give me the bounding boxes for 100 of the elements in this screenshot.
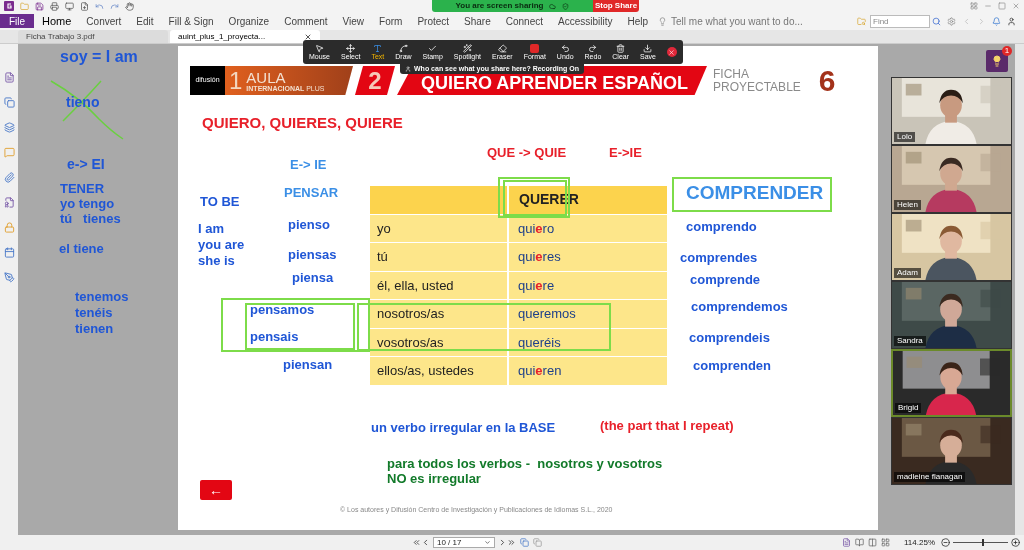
next-page-icon[interactable] [498, 538, 507, 547]
ribbon-tab[interactable]: Protect [417, 13, 450, 29]
handwritten-note: E->IE [609, 146, 642, 159]
table-cell: él, ella, usted [370, 271, 507, 299]
previous-page-icon[interactable] [421, 538, 430, 547]
video-tile[interactable]: Adam [891, 213, 1012, 281]
undo-icon [560, 43, 570, 53]
ribbon-tab[interactable]: Share [464, 13, 491, 29]
folder-icon[interactable] [20, 1, 29, 11]
zoom-out-icon[interactable] [941, 538, 950, 547]
stop-share-button[interactable]: Stop Share [593, 0, 639, 12]
handwritten-note: e-> EI [67, 157, 105, 171]
ribbon-tab[interactable]: Form [379, 13, 403, 29]
ribbon-tab[interactable]: Accessibility [558, 13, 613, 29]
comment-icon[interactable] [3, 147, 15, 158]
video-tile[interactable]: Sandra [891, 281, 1012, 349]
paperclip-icon[interactable] [3, 172, 15, 183]
ribbon-tab[interactable]: Home [42, 12, 72, 30]
last-page-icon[interactable] [507, 538, 516, 547]
search-icon[interactable] [932, 16, 941, 26]
handwritten-note: COMPRENDER [686, 183, 824, 202]
file-menu[interactable]: File [0, 14, 34, 28]
zoom-level[interactable]: 114.25% [904, 536, 935, 549]
table-cell: tú [370, 243, 507, 271]
close-button[interactable] [666, 47, 677, 57]
single-page-icon[interactable] [842, 538, 851, 547]
shield-icon [562, 2, 570, 10]
window-icon[interactable] [520, 538, 529, 547]
zoom-in-icon[interactable] [1011, 538, 1020, 547]
book-icon[interactable] [855, 538, 864, 547]
grid-icon[interactable] [970, 2, 978, 10]
redo-icon[interactable] [110, 1, 119, 11]
handwritten-note: soy = I am [60, 49, 138, 65]
wand-icon [462, 43, 472, 53]
restore-icon[interactable] [998, 2, 1006, 10]
scrollbar[interactable] [1015, 44, 1024, 535]
document-tab[interactable]: Ficha Trabajo 3.pdf [18, 30, 168, 43]
ribbon-tab[interactable]: Help [627, 13, 649, 29]
table-cell: ellos/as, ustedes [370, 357, 507, 385]
layers-icon[interactable] [3, 122, 15, 133]
table-cell: quiere [509, 271, 667, 299]
table-cell: quieres [509, 243, 667, 271]
handwritten-note: comprendemos [691, 300, 788, 313]
format-icon [530, 43, 540, 53]
handwritten-note: you are [198, 238, 245, 251]
lock-icon[interactable] [3, 222, 15, 233]
tell-me-field[interactable]: Tell me what you want to do... [671, 13, 822, 29]
window-icon[interactable] [533, 538, 542, 547]
handwritten-note: QUE -> QUIE [487, 146, 567, 159]
page-icon[interactable] [3, 72, 15, 83]
user-icon[interactable] [1007, 16, 1016, 26]
handwritten-note: comprendeis [689, 331, 770, 344]
table-cell: yo [370, 214, 507, 242]
document-tab[interactable]: auint_plus_1_proyecta... [170, 30, 320, 43]
ribbon-tab[interactable]: View [342, 13, 365, 29]
handwritten-note: para todos los verbos - nosotros y vosotros [387, 457, 663, 470]
handwritten-note: comprendes [680, 251, 758, 264]
ribbon-tab[interactable]: Edit [136, 13, 154, 29]
handwritten-note: tienen [75, 322, 114, 335]
handwritten-note: tenéis [75, 306, 113, 319]
ribbon-tab[interactable]: Organize [228, 13, 270, 29]
video-tile[interactable]: madleine flanagan [891, 417, 1012, 485]
hand-icon[interactable] [125, 1, 134, 11]
handwritten-note: pensamos [250, 303, 315, 316]
print-icon[interactable] [50, 1, 59, 11]
monitor-icon[interactable] [65, 1, 74, 11]
handwritten-note: comprendo [686, 220, 757, 233]
certificate-icon[interactable] [3, 197, 15, 208]
table-cell: quiero [509, 214, 667, 242]
table-cell: queréis [509, 328, 667, 356]
back-arrow-button[interactable]: ← [200, 480, 232, 500]
table-cell: queremos [509, 300, 667, 328]
video-tile[interactable]: Lolo [891, 77, 1012, 145]
save-icon[interactable] [35, 1, 44, 11]
copy-icon[interactable] [3, 97, 15, 108]
table-cell: quieren [509, 357, 667, 385]
video-tile[interactable]: Brigid [891, 349, 1012, 417]
folder-search-icon[interactable] [857, 16, 866, 26]
ribbon-tab[interactable]: Convert [86, 13, 122, 29]
handwritten-note: comprende [690, 273, 761, 286]
ribbon-tab[interactable]: Comment [284, 13, 328, 29]
ribbon-tab[interactable]: Connect [505, 13, 543, 29]
two-page-icon[interactable] [868, 538, 877, 547]
new-file-icon[interactable] [80, 1, 89, 11]
app-logo-icon[interactable] [4, 1, 14, 11]
page-field[interactable]: 10 / 17 [433, 537, 495, 548]
calendar-icon[interactable] [3, 247, 15, 258]
close-icon[interactable] [304, 32, 312, 41]
slider-thumb[interactable] [982, 539, 985, 546]
unit-number: 2 [355, 66, 395, 95]
settings-icon[interactable] [947, 16, 956, 26]
handwritten-note: piensan [283, 358, 333, 371]
find-field[interactable]: Find [870, 14, 930, 28]
grid-icon[interactable] [881, 538, 890, 547]
pen-icon[interactable] [3, 272, 15, 283]
first-page-icon[interactable] [412, 538, 421, 547]
video-tile[interactable]: Helen [891, 145, 1012, 213]
ribbon-tab[interactable]: Fill & Sign [168, 13, 214, 29]
bell-icon[interactable] [992, 16, 1001, 26]
undo-icon[interactable] [95, 1, 104, 11]
